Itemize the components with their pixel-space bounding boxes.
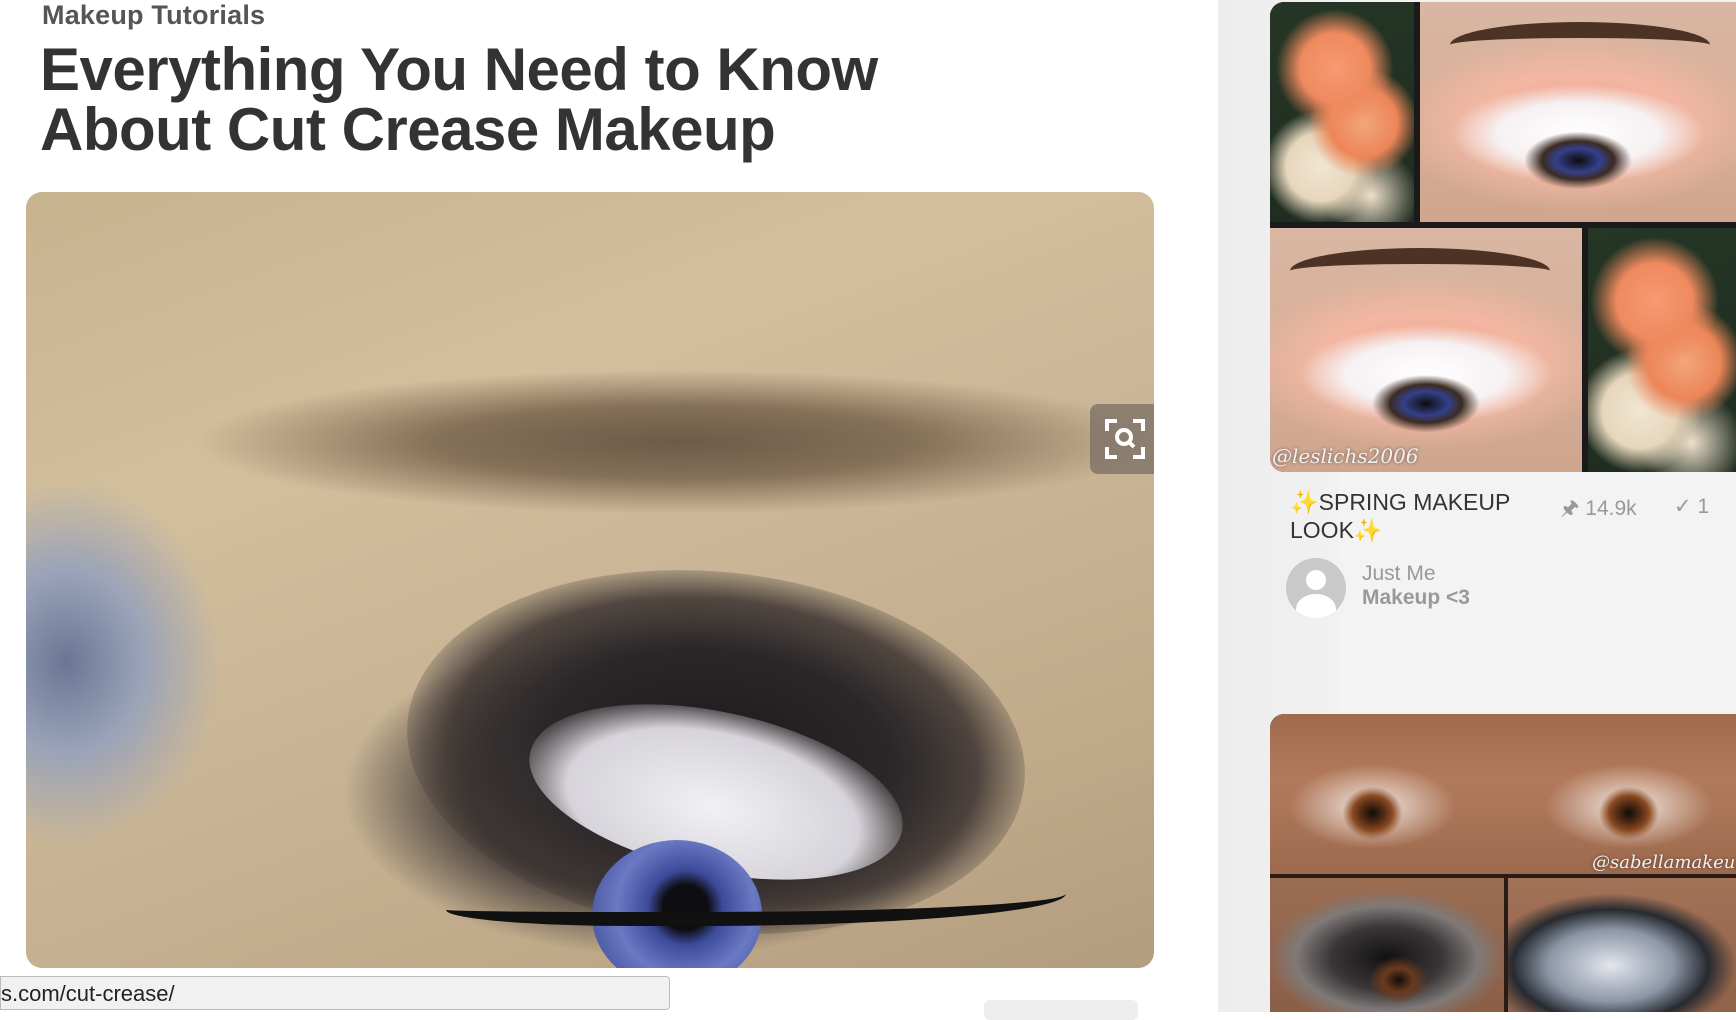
avatar-body bbox=[1296, 594, 1336, 618]
author-name-line-1: Just Me bbox=[1362, 562, 1436, 585]
check-icon: ✓ bbox=[1674, 495, 1692, 518]
pin-image-spring-makeup[interactable]: @leslichs2006 bbox=[1270, 2, 1736, 472]
photo-watermark: @sabellamakeup bbox=[1592, 852, 1736, 873]
tried-value: 1 bbox=[1697, 495, 1710, 518]
title-line-2: About Cut Crease Makeup bbox=[40, 96, 776, 163]
visual-search-button[interactable] bbox=[1090, 404, 1154, 474]
brown-eyes-photo bbox=[1270, 714, 1736, 874]
roses-photo-top bbox=[1270, 2, 1414, 222]
roses-photo-bottom bbox=[1588, 228, 1736, 472]
author-name-line-2: Makeup <3 bbox=[1362, 586, 1470, 609]
pin-image-brown-eyes[interactable]: @sabellamakeup bbox=[1270, 714, 1736, 1012]
avatar-head bbox=[1306, 570, 1326, 590]
eyeliner bbox=[446, 872, 1066, 926]
related-pins-column: @leslichs2006 ✨SPRING MAKEUP LOOK✨ 🖈 14.… bbox=[1218, 0, 1736, 1012]
smoky-eye-photo bbox=[1270, 878, 1504, 1012]
eyebrow bbox=[1450, 22, 1710, 68]
saves-value: 14.9k bbox=[1585, 497, 1637, 520]
user-avatar-icon[interactable] bbox=[1286, 558, 1346, 618]
saves-count: 🖈 14.9k bbox=[1560, 494, 1637, 529]
peach-eye-photo-bottom: @leslichs2006 bbox=[1270, 228, 1582, 472]
pin-author[interactable]: Just Me Makeup <3 bbox=[1286, 558, 1586, 618]
status-url-bar: s.com/cut-crease/ bbox=[0, 976, 670, 1010]
peach-eye-photo-top bbox=[1420, 2, 1736, 222]
tried-count: ✓ 1 bbox=[1674, 494, 1709, 519]
silver-smoky-eye-photo bbox=[1508, 878, 1736, 1012]
pin-title-line-1: ✨SPRING MAKEUP bbox=[1290, 489, 1511, 515]
eyebrow bbox=[1290, 248, 1550, 294]
pin-icon: 🖈 bbox=[1560, 497, 1580, 520]
photo-watermark: @leslichs2006 bbox=[1272, 444, 1419, 468]
title-line-1: Everything You Need to Know bbox=[40, 36, 878, 103]
pin-title[interactable]: ✨SPRING MAKEUP LOOK✨ bbox=[1290, 488, 1560, 544]
bottom-button[interactable] bbox=[984, 1000, 1138, 1020]
article-title[interactable]: Everything You Need to Know About Cut Cr… bbox=[40, 40, 1040, 160]
hero-image[interactable] bbox=[26, 192, 1154, 968]
article-category[interactable]: Makeup Tutorials bbox=[42, 0, 265, 31]
main-content: Makeup Tutorials Everything You Need to … bbox=[0, 0, 1218, 1020]
pin-title-line-2: LOOK✨ bbox=[1290, 517, 1383, 543]
zoom-search-icon bbox=[1105, 419, 1145, 459]
